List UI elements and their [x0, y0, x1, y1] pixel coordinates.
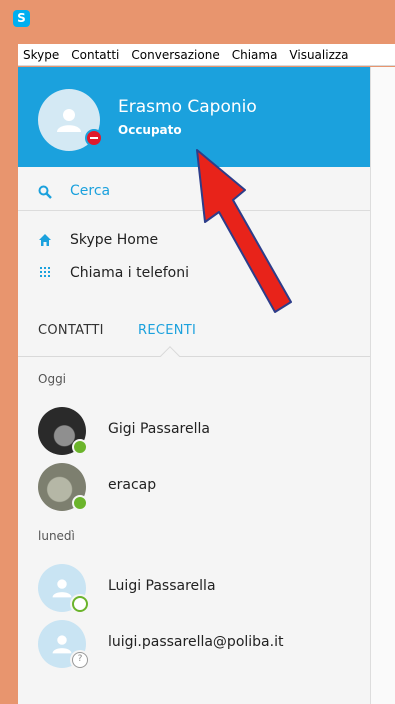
contact-name: Gigi Passarella: [108, 421, 210, 437]
online-status-icon: [72, 439, 88, 455]
person-icon: [52, 579, 72, 598]
search-icon: [38, 185, 52, 199]
active-tab-indicator: [160, 346, 180, 366]
menu-visualizza[interactable]: Visualizza: [284, 48, 355, 62]
contact-row-luigi[interactable]: Luigi Passarella: [18, 564, 370, 614]
contact-name: luigi.passarella@poliba.it: [108, 634, 284, 650]
profile-status[interactable]: Occupato: [118, 123, 182, 137]
annotation-arrow-icon: [196, 149, 292, 313]
contact-row-eracap[interactable]: eracap: [18, 463, 370, 513]
offline-status-icon: [72, 596, 88, 612]
menu-chiama[interactable]: Chiama: [227, 48, 285, 62]
online-status-icon: [72, 495, 88, 511]
contact-row-gigi[interactable]: Gigi Passarella: [18, 407, 370, 457]
home-icon: [39, 234, 51, 246]
search-label: Cerca: [70, 183, 111, 199]
section-today: Oggi: [38, 372, 67, 386]
contact-row-luigi-email[interactable]: ? luigi.passarella@poliba.it: [18, 620, 370, 670]
nav-skype-home-label: Skype Home: [70, 232, 159, 248]
busy-status-icon: [85, 129, 103, 147]
contacts-tabs: CONTATTI RECENTI: [18, 317, 370, 366]
menu-contatti[interactable]: Contatti: [66, 48, 126, 62]
contact-name: Luigi Passarella: [108, 578, 216, 594]
menu-bar: Skype Contatti Conversazione Chiama Visu…: [18, 44, 395, 66]
section-monday: lunedì: [38, 529, 75, 543]
profile-name: Erasmo Caponio: [118, 97, 257, 117]
sidebar-panel: Erasmo Caponio Occupato Cerca Skype Home…: [18, 67, 370, 704]
person-icon: [57, 109, 81, 132]
person-icon: [52, 635, 72, 654]
unknown-status-icon: ?: [72, 652, 88, 668]
contact-name: eracap: [108, 477, 157, 493]
nav-call-phones-label: Chiama i telefoni: [70, 265, 189, 281]
conversation-area: [370, 67, 395, 704]
skype-logo-icon: S: [13, 10, 30, 27]
tab-contacts[interactable]: CONTATTI: [38, 323, 104, 338]
window-titlebar: [12, 8, 395, 36]
menu-conversazione[interactable]: Conversazione: [126, 48, 226, 62]
tab-recent[interactable]: RECENTI: [138, 323, 196, 338]
menu-skype[interactable]: Skype: [18, 48, 66, 62]
dialpad-icon: [40, 267, 50, 277]
